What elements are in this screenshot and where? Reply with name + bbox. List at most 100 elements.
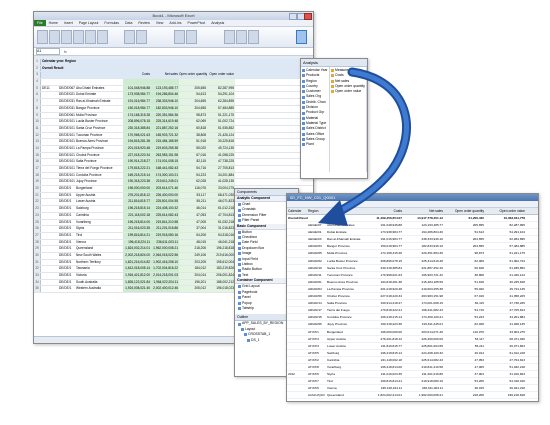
cell-value[interactable]: 45,724,135 bbox=[207, 145, 235, 152]
cell-key[interactable]: DE/DE/1 bbox=[59, 206, 76, 212]
cell-value[interactable]: 1,702,004,816.22 bbox=[151, 266, 179, 272]
cell-value[interactable]: 62,028 bbox=[179, 179, 207, 186]
cell-value[interactable]: 54,613 bbox=[445, 229, 486, 235]
cell-key[interactable]: AT/AT/3 bbox=[308, 343, 327, 349]
cell-value[interactable]: 215,484,185.59 bbox=[151, 139, 179, 145]
cell-value[interactable]: 276,201,818.12 bbox=[123, 192, 151, 199]
cell-value[interactable]: 194,818,281.38 bbox=[363, 279, 404, 285]
cell-value[interactable] bbox=[179, 79, 207, 85]
cell-value[interactable]: 219,603,255.38 bbox=[404, 286, 445, 292]
report-column-header[interactable]: Open order value bbox=[486, 208, 527, 214]
cell-key[interactable]: AR/AR/11 bbox=[308, 272, 327, 278]
cell-value[interactable]: 174,168,315.28 bbox=[363, 250, 404, 256]
cell-value[interactable]: 196,000,000.00 bbox=[363, 329, 404, 335]
cell-value[interactable]: 2,014,218,001.03 bbox=[151, 273, 179, 279]
cell-value[interactable]: 238,333,946.10 bbox=[151, 99, 179, 105]
cell-value[interactable]: 51,002,724 bbox=[486, 258, 527, 264]
cell-key[interactable]: DE/DE/101 bbox=[59, 146, 76, 152]
cell-key[interactable]: DE/DE/031 bbox=[59, 106, 76, 112]
cell-value[interactable]: 101,048,946.88 bbox=[363, 222, 404, 228]
cell-value[interactable]: 208,896,078.15 bbox=[123, 119, 151, 125]
cell-value[interactable]: 2,064,018,022.56 bbox=[404, 399, 445, 401]
cell-value[interactable]: 45,724,135 bbox=[486, 286, 527, 292]
cell-region[interactable]: Victoria bbox=[76, 273, 123, 279]
cell-value[interactable]: 196,218,815.14 bbox=[123, 206, 151, 212]
cell-value[interactable]: 37,004 bbox=[179, 226, 207, 232]
cell-value[interactable]: 226,400,000.00 bbox=[151, 192, 179, 199]
cell-value[interactable]: 174,001,008.15 bbox=[404, 300, 445, 306]
cell-value[interactable]: 82,115 bbox=[179, 159, 207, 165]
cell-region[interactable]: Ras al-Khaimah Emirate bbox=[76, 99, 123, 105]
cell-value[interactable]: 225,314,619.48 bbox=[151, 119, 179, 125]
cell-value[interactable]: 54,318,016 bbox=[207, 232, 235, 239]
cell-key[interactable]: AR/AR/02 bbox=[308, 258, 327, 264]
cell-value[interactable]: 51,918 bbox=[445, 279, 486, 285]
cell-key[interactable]: DE/DE/101 bbox=[59, 179, 76, 185]
cell-value[interactable]: 204,655 bbox=[179, 99, 207, 105]
cell-value[interactable]: 249,106 bbox=[179, 252, 207, 259]
cell-key[interactable] bbox=[59, 79, 76, 85]
cell-value[interactable]: 174,001,008.15 bbox=[151, 159, 179, 165]
cell-value[interactable]: 225,801,004.55 bbox=[404, 343, 445, 349]
cell-value[interactable]: 226,400,000.00 bbox=[404, 336, 445, 342]
cell-value[interactable]: 1,964,022,204.11 bbox=[151, 279, 179, 286]
cell-value[interactable]: 168,441,082.43 bbox=[404, 307, 445, 313]
cell-value[interactable]: 2,002,400,012.46 bbox=[151, 286, 179, 293]
cell-region[interactable]: Buenos Aires Province bbox=[76, 139, 123, 145]
cell-key[interactable]: AT/AT/1 bbox=[308, 329, 327, 335]
cell-key[interactable]: DE/DE/1 bbox=[59, 286, 76, 292]
cell-value[interactable]: 47,005 bbox=[445, 364, 486, 370]
cell-region[interactable]: Mulla Province bbox=[327, 250, 363, 256]
cell-value[interactable]: 53,117 bbox=[445, 336, 486, 342]
cell-value[interactable]: 123,193,485.77 bbox=[404, 222, 445, 228]
cell-value[interactable]: 230,318,385.84 bbox=[363, 265, 404, 271]
cell-value[interactable]: 60,818 bbox=[179, 125, 207, 132]
cell-year[interactable] bbox=[41, 253, 59, 259]
cell-value[interactable]: 196,218,818 bbox=[207, 246, 235, 252]
cell-region[interactable]: Queensland bbox=[327, 392, 363, 398]
cell-year[interactable] bbox=[41, 119, 59, 125]
cell-value[interactable]: 47,704,813 bbox=[207, 212, 235, 219]
cell-year[interactable]: DE11 bbox=[41, 86, 59, 92]
cell-value[interactable]: 170,968,021.63 bbox=[363, 272, 404, 278]
cell-value[interactable]: 196,218,815.14 bbox=[363, 350, 404, 356]
cell-value[interactable]: 211,201,016.86 bbox=[151, 226, 179, 232]
cell-key[interactable]: DE/DE/101 bbox=[59, 133, 76, 139]
cell-value[interactable]: 54,613 bbox=[179, 92, 207, 99]
cell-year[interactable] bbox=[41, 286, 59, 292]
cell-year[interactable] bbox=[41, 260, 59, 266]
cell-key[interactable]: DE/DE/101 bbox=[59, 166, 76, 172]
cell-value[interactable]: 62,284,895 bbox=[486, 236, 527, 242]
cell-value[interactable]: 41,058,225 bbox=[207, 152, 235, 159]
cell-value[interactable]: 47,053 bbox=[179, 212, 207, 219]
cell-value[interactable]: 190,318,223.38 bbox=[123, 179, 151, 186]
cell-value[interactable]: 201,018,920.48 bbox=[123, 145, 151, 152]
cell-value[interactable]: 249,106 bbox=[445, 399, 486, 401]
cell-value[interactable]: 230,318,385.84 bbox=[123, 125, 151, 132]
cell-value[interactable]: 47,738,225 bbox=[486, 300, 527, 306]
cell-value[interactable]: 196,218,818 bbox=[486, 392, 527, 398]
cell-value[interactable]: 195,612,004 bbox=[207, 259, 235, 266]
ribbon-tab-page-layout[interactable]: Page Layout bbox=[76, 20, 102, 26]
cell-region[interactable]: Western Australia bbox=[76, 286, 123, 292]
cell-value[interactable]: 55,020 bbox=[445, 286, 486, 292]
chart-button[interactable] bbox=[85, 30, 96, 44]
cell-value[interactable]: 263,983,151.98 bbox=[404, 293, 445, 299]
cell-key[interactable]: DE/DE/101 bbox=[59, 159, 76, 165]
cell-key[interactable]: DE/DE/1 bbox=[59, 246, 76, 252]
cell-region[interactable]: Upper Austria bbox=[76, 193, 123, 199]
cell-value[interactable]: 199,816,814.21 bbox=[123, 232, 151, 239]
cell-value[interactable]: 51,002,724 bbox=[207, 119, 235, 125]
cell-value[interactable]: 1,916,421,812.00 bbox=[123, 273, 151, 279]
cell-value[interactable]: 219,611,245.01 bbox=[404, 321, 445, 327]
cell-value[interactable]: 276,201,818.12 bbox=[363, 336, 404, 342]
cell-year[interactable] bbox=[41, 266, 59, 272]
cell-value[interactable]: 174,300,100.21 bbox=[404, 314, 445, 320]
cell-value[interactable]: 21,426,124 bbox=[486, 272, 527, 278]
cell-value[interactable]: 196,418,224.11 bbox=[123, 239, 151, 246]
cell-region[interactable]: South Australia bbox=[76, 280, 123, 286]
cell-region[interactable]: Vienna bbox=[76, 240, 123, 246]
close-button[interactable] bbox=[304, 13, 312, 20]
cell-key[interactable]: AU/AU/NSW bbox=[308, 399, 327, 401]
cell-region[interactable]: La Pampa Province bbox=[76, 146, 123, 152]
